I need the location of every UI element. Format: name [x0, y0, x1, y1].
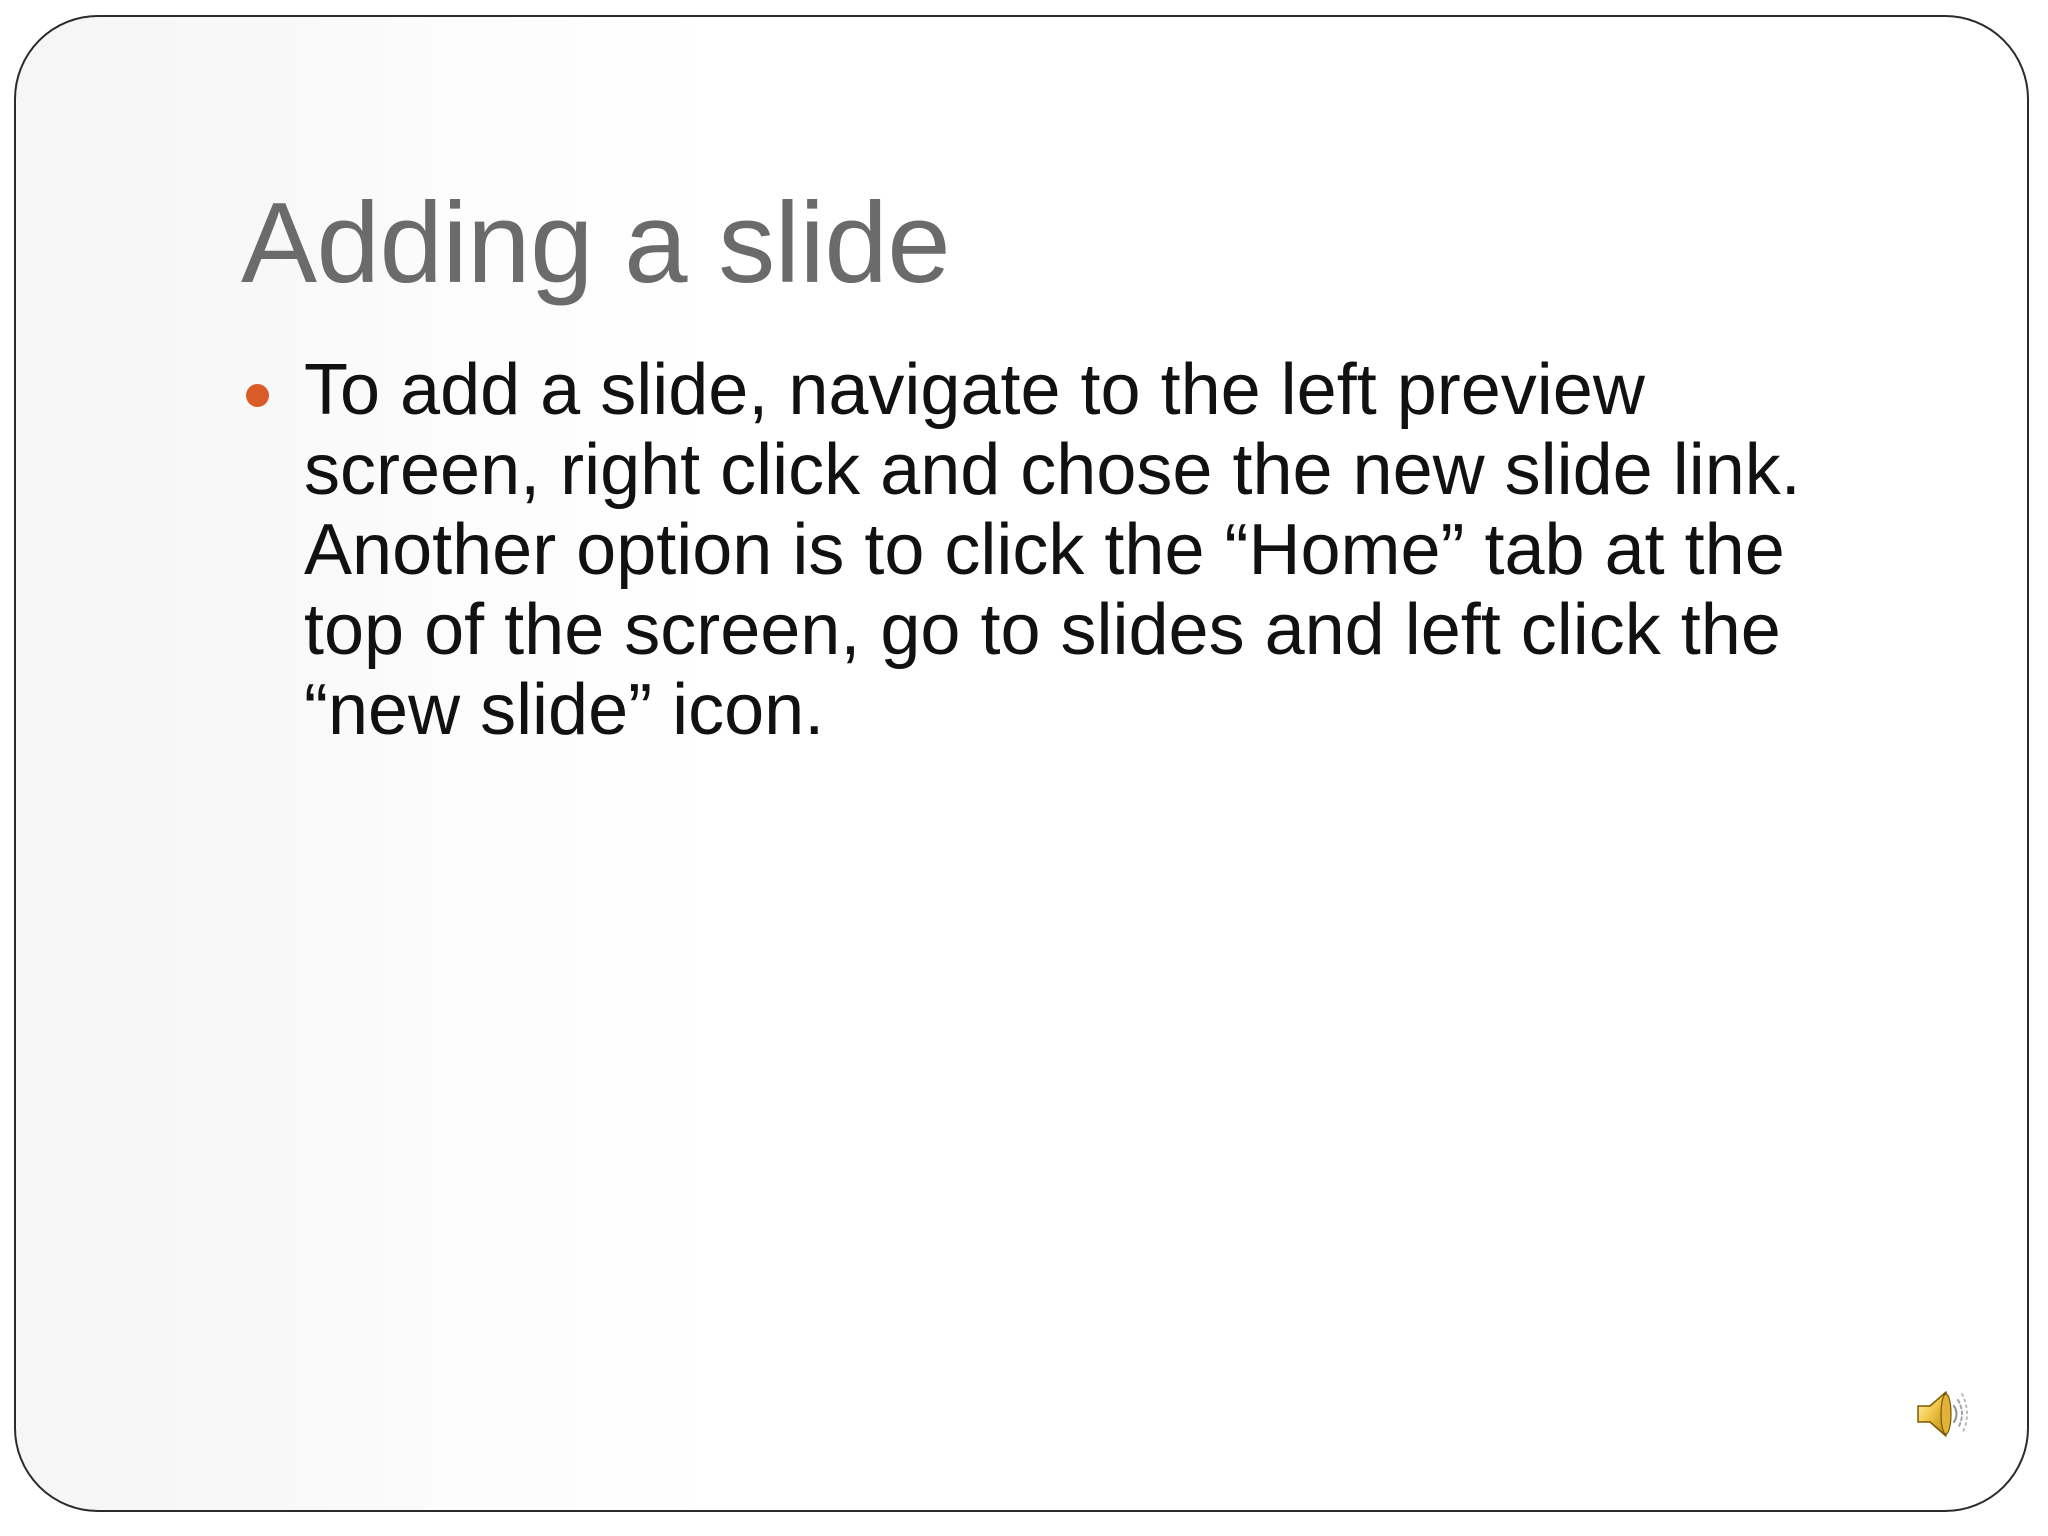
bullet-item: To add a slide, navigate to the left pre… — [244, 350, 1884, 750]
bullet-dot-icon — [246, 384, 269, 407]
speaker-icon[interactable] — [1910, 1382, 1974, 1446]
slide: Adding a slide To add a slide, navigate … — [14, 15, 2029, 1512]
bullet-list: To add a slide, navigate to the left pre… — [244, 350, 1884, 750]
bullet-text: To add a slide, navigate to the left pre… — [304, 350, 1801, 750]
page: Adding a slide To add a slide, navigate … — [0, 0, 2048, 1536]
slide-title: Adding a slide — [241, 180, 951, 307]
